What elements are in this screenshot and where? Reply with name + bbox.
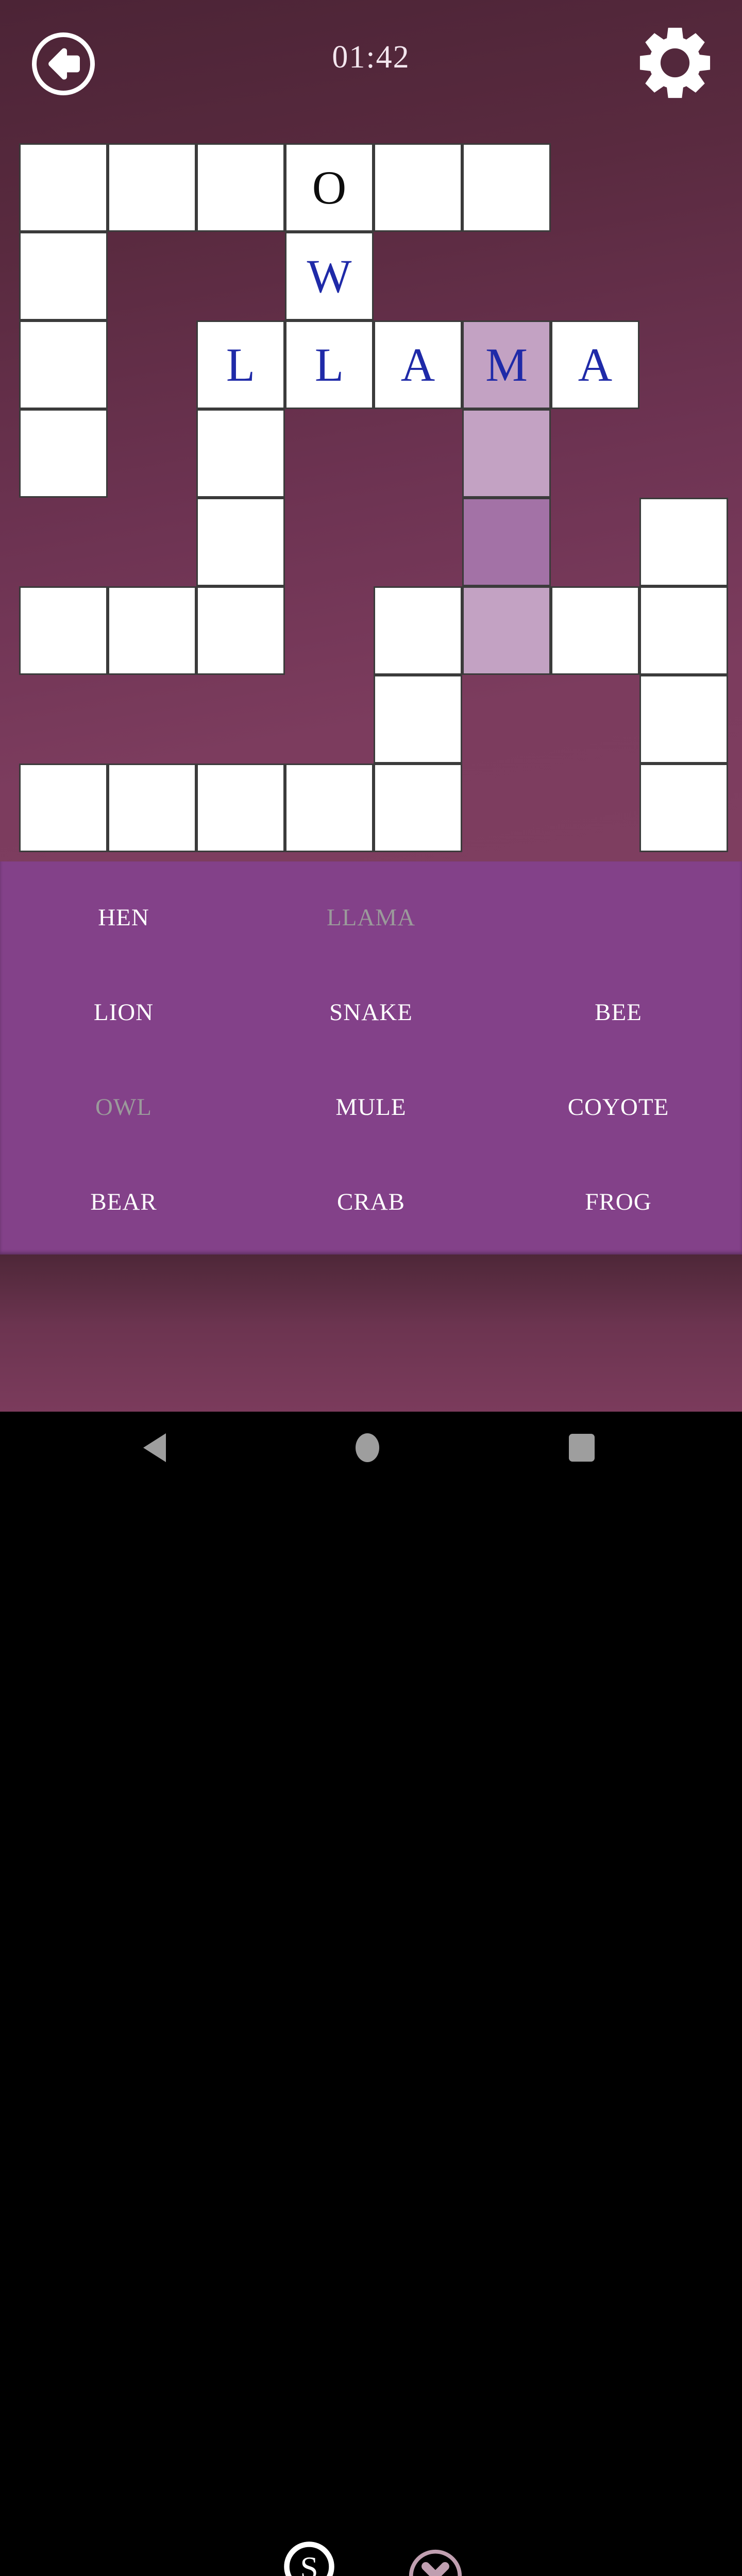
word-item-frog[interactable]: FROG [495,1188,742,1216]
nav-recents-button[interactable] [567,1433,597,1463]
word-item-hen[interactable]: HEN [0,904,247,931]
puzzle-stage: 01:42 [0,0,742,861]
gear-icon [637,25,713,101]
grid-cell-r6-c4[interactable] [374,675,462,764]
word-item-bee[interactable]: BEE [495,998,742,1026]
close-circle-icon [407,2548,464,2576]
top-bar: 01:42 [0,0,742,139]
grid-cell-r0-c3[interactable]: O [285,143,374,232]
grid-letter: W [307,252,352,300]
hint-button[interactable]: S 3 [263,2537,356,2576]
square-recents-icon [567,1433,597,1463]
word-item-lion[interactable]: LION [0,998,247,1026]
settings-button[interactable] [637,25,713,101]
word-row-4: BEARCRABFROG [0,1188,742,1216]
timer-display: 01:42 [0,39,742,76]
grid-letter: L [315,341,344,388]
grid-letter: A [578,341,612,388]
grid-cell-r3-c2[interactable] [196,409,285,498]
grid-cell-r7-c2[interactable] [196,764,285,852]
word-item-owl[interactable]: OWL [0,1093,247,1121]
grid-cell-r0-c1[interactable] [108,143,196,232]
grid-cell-r2-c2[interactable]: L [196,320,285,409]
grid-cell-r4-c5[interactable] [462,498,551,586]
grid-cell-r2-c6[interactable]: A [551,320,639,409]
nav-back-button[interactable] [140,1431,171,1464]
grid-cell-r5-c6[interactable] [551,586,639,675]
close-button[interactable] [407,2548,464,2576]
grid-cell-r2-c0[interactable] [19,320,108,409]
grid-cell-r5-c7[interactable] [639,586,728,675]
bottom-toolbar: S 3 [0,1255,742,1412]
grid-cell-r0-c0[interactable] [19,143,108,232]
grid-cell-r5-c4[interactable] [374,586,462,675]
grid-cell-r1-c0[interactable] [19,232,108,320]
word-item-snake[interactable]: SNAKE [247,998,495,1026]
grid-cell-r2-c4[interactable]: A [374,320,462,409]
grid-letter: A [401,341,435,388]
grid-cell-r3-c0[interactable] [19,409,108,498]
word-item-mule[interactable]: MULE [247,1093,495,1121]
grid-cell-r7-c1[interactable] [108,764,196,852]
grid-cell-r5-c1[interactable] [108,586,196,675]
grid-cell-r7-c0[interactable] [19,764,108,852]
game-screen: 01:42 [0,0,742,1484]
circle-home-icon [353,1432,381,1464]
grid-cell-r0-c5[interactable] [462,143,551,232]
grid-cell-r1-c3[interactable]: W [285,232,374,320]
grid-cell-r7-c7[interactable] [639,764,728,852]
nav-home-button[interactable] [353,1432,381,1464]
word-item-crab[interactable]: CRAB [247,1188,495,1216]
android-nav-bar [0,1412,742,1484]
word-item-bear[interactable]: BEAR [0,1188,247,1216]
grid-letter: M [485,341,528,388]
triangle-back-icon [140,1431,171,1464]
grid-cell-r7-c3[interactable] [285,764,374,852]
grid-cell-r3-c5[interactable] [462,409,551,498]
word-row-2: LIONSNAKEBEE [0,998,742,1026]
grid-cell-r5-c5[interactable] [462,586,551,675]
grid-cell-r2-c3[interactable]: L [285,320,374,409]
word-item-llama[interactable]: LLAMA [247,904,495,931]
word-row-3: OWLMULECOYOTE [0,1093,742,1121]
grid-cell-r5-c0[interactable] [19,586,108,675]
word-item-coyote[interactable]: COYOTE [495,1093,742,1121]
grid-cell-r0-c2[interactable] [196,143,285,232]
grid-cell-r0-c4[interactable] [374,143,462,232]
word-row-1: HENLLAMA [0,904,742,931]
grid-cell-r4-c2[interactable] [196,498,285,586]
grid-cell-r2-c5[interactable]: M [462,320,551,409]
grid-cell-r4-c7[interactable] [639,498,728,586]
crossword-grid[interactable]: OWLLAMA [19,143,728,852]
grid-letter: O [312,164,346,211]
hint-letter: S [300,2550,318,2576]
grid-cell-r5-c2[interactable] [196,586,285,675]
grid-cell-r6-c7[interactable] [639,675,728,764]
grid-cell-r7-c4[interactable] [374,764,462,852]
grid-letter: L [226,341,255,388]
